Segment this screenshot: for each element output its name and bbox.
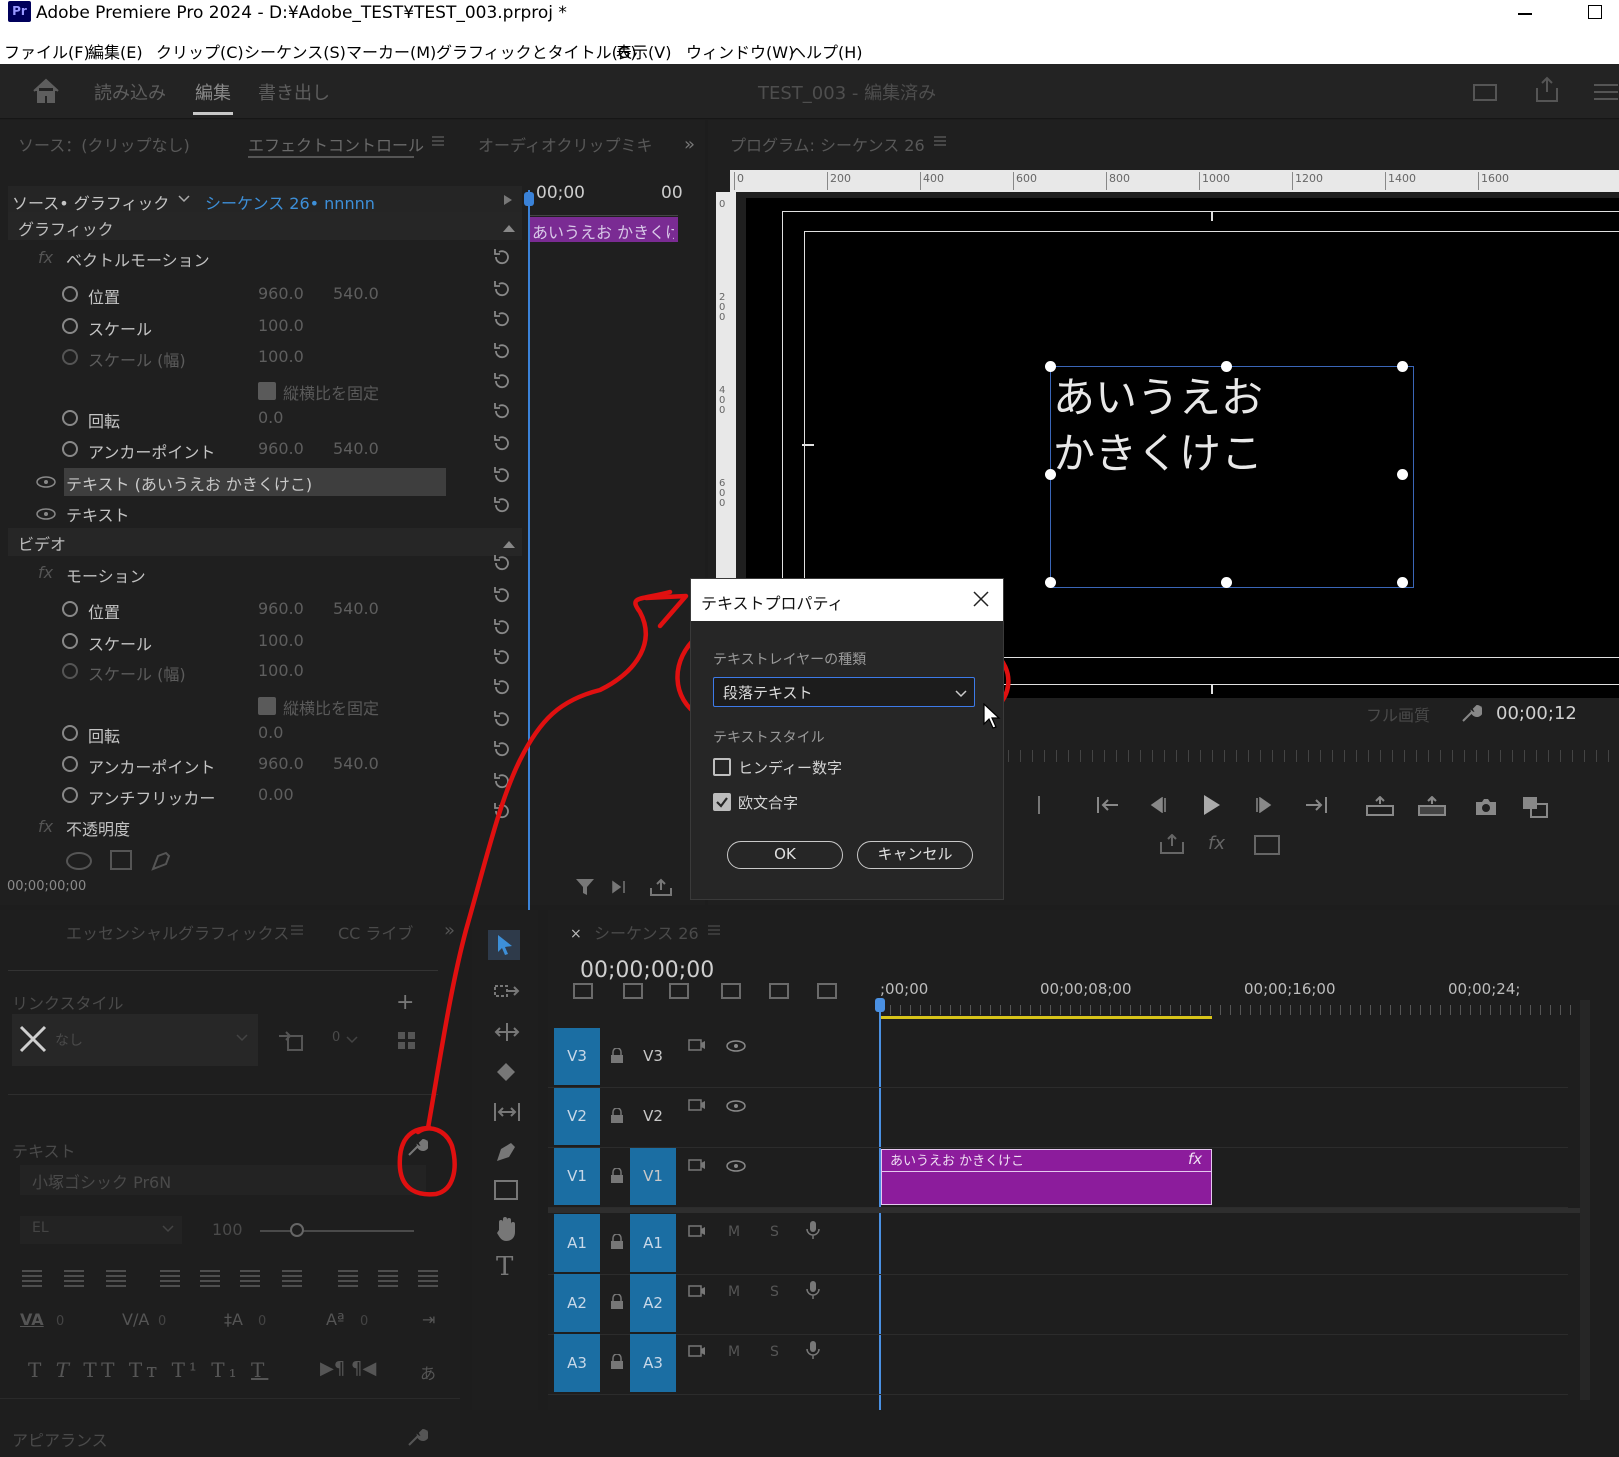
layer-type-label: テキストレイヤーの種類 [713, 652, 867, 668]
text-style-label: テキストスタイル [713, 730, 825, 746]
hindi-digits-label: ヒンディー数字 [738, 759, 842, 777]
cancel-button[interactable]: キャンセル [857, 841, 973, 869]
ligatures-label: 欧文合字 [738, 794, 799, 812]
mouse-cursor-icon [983, 703, 1001, 729]
chevron-down-icon [955, 690, 967, 698]
annotation-arrow-curve [425, 589, 673, 1131]
annotation-wrench-circle [397, 1125, 457, 1197]
dialog-titlebar: テキストプロパティ [691, 579, 1003, 621]
close-icon[interactable] [973, 591, 989, 607]
dialog-title: テキストプロパティ [701, 594, 844, 613]
layer-type-value: 段落テキスト [723, 684, 813, 702]
ligatures-checkbox[interactable] [713, 793, 731, 811]
annotation-arrowhead [643, 593, 689, 629]
ok-button[interactable]: OK [727, 841, 843, 869]
hindi-digits-checkbox[interactable] [713, 758, 731, 776]
text-properties-dialog: テキストプロパティ テキストレイヤーの種類 段落テキスト テキストスタイル ヒン… [690, 578, 1004, 900]
